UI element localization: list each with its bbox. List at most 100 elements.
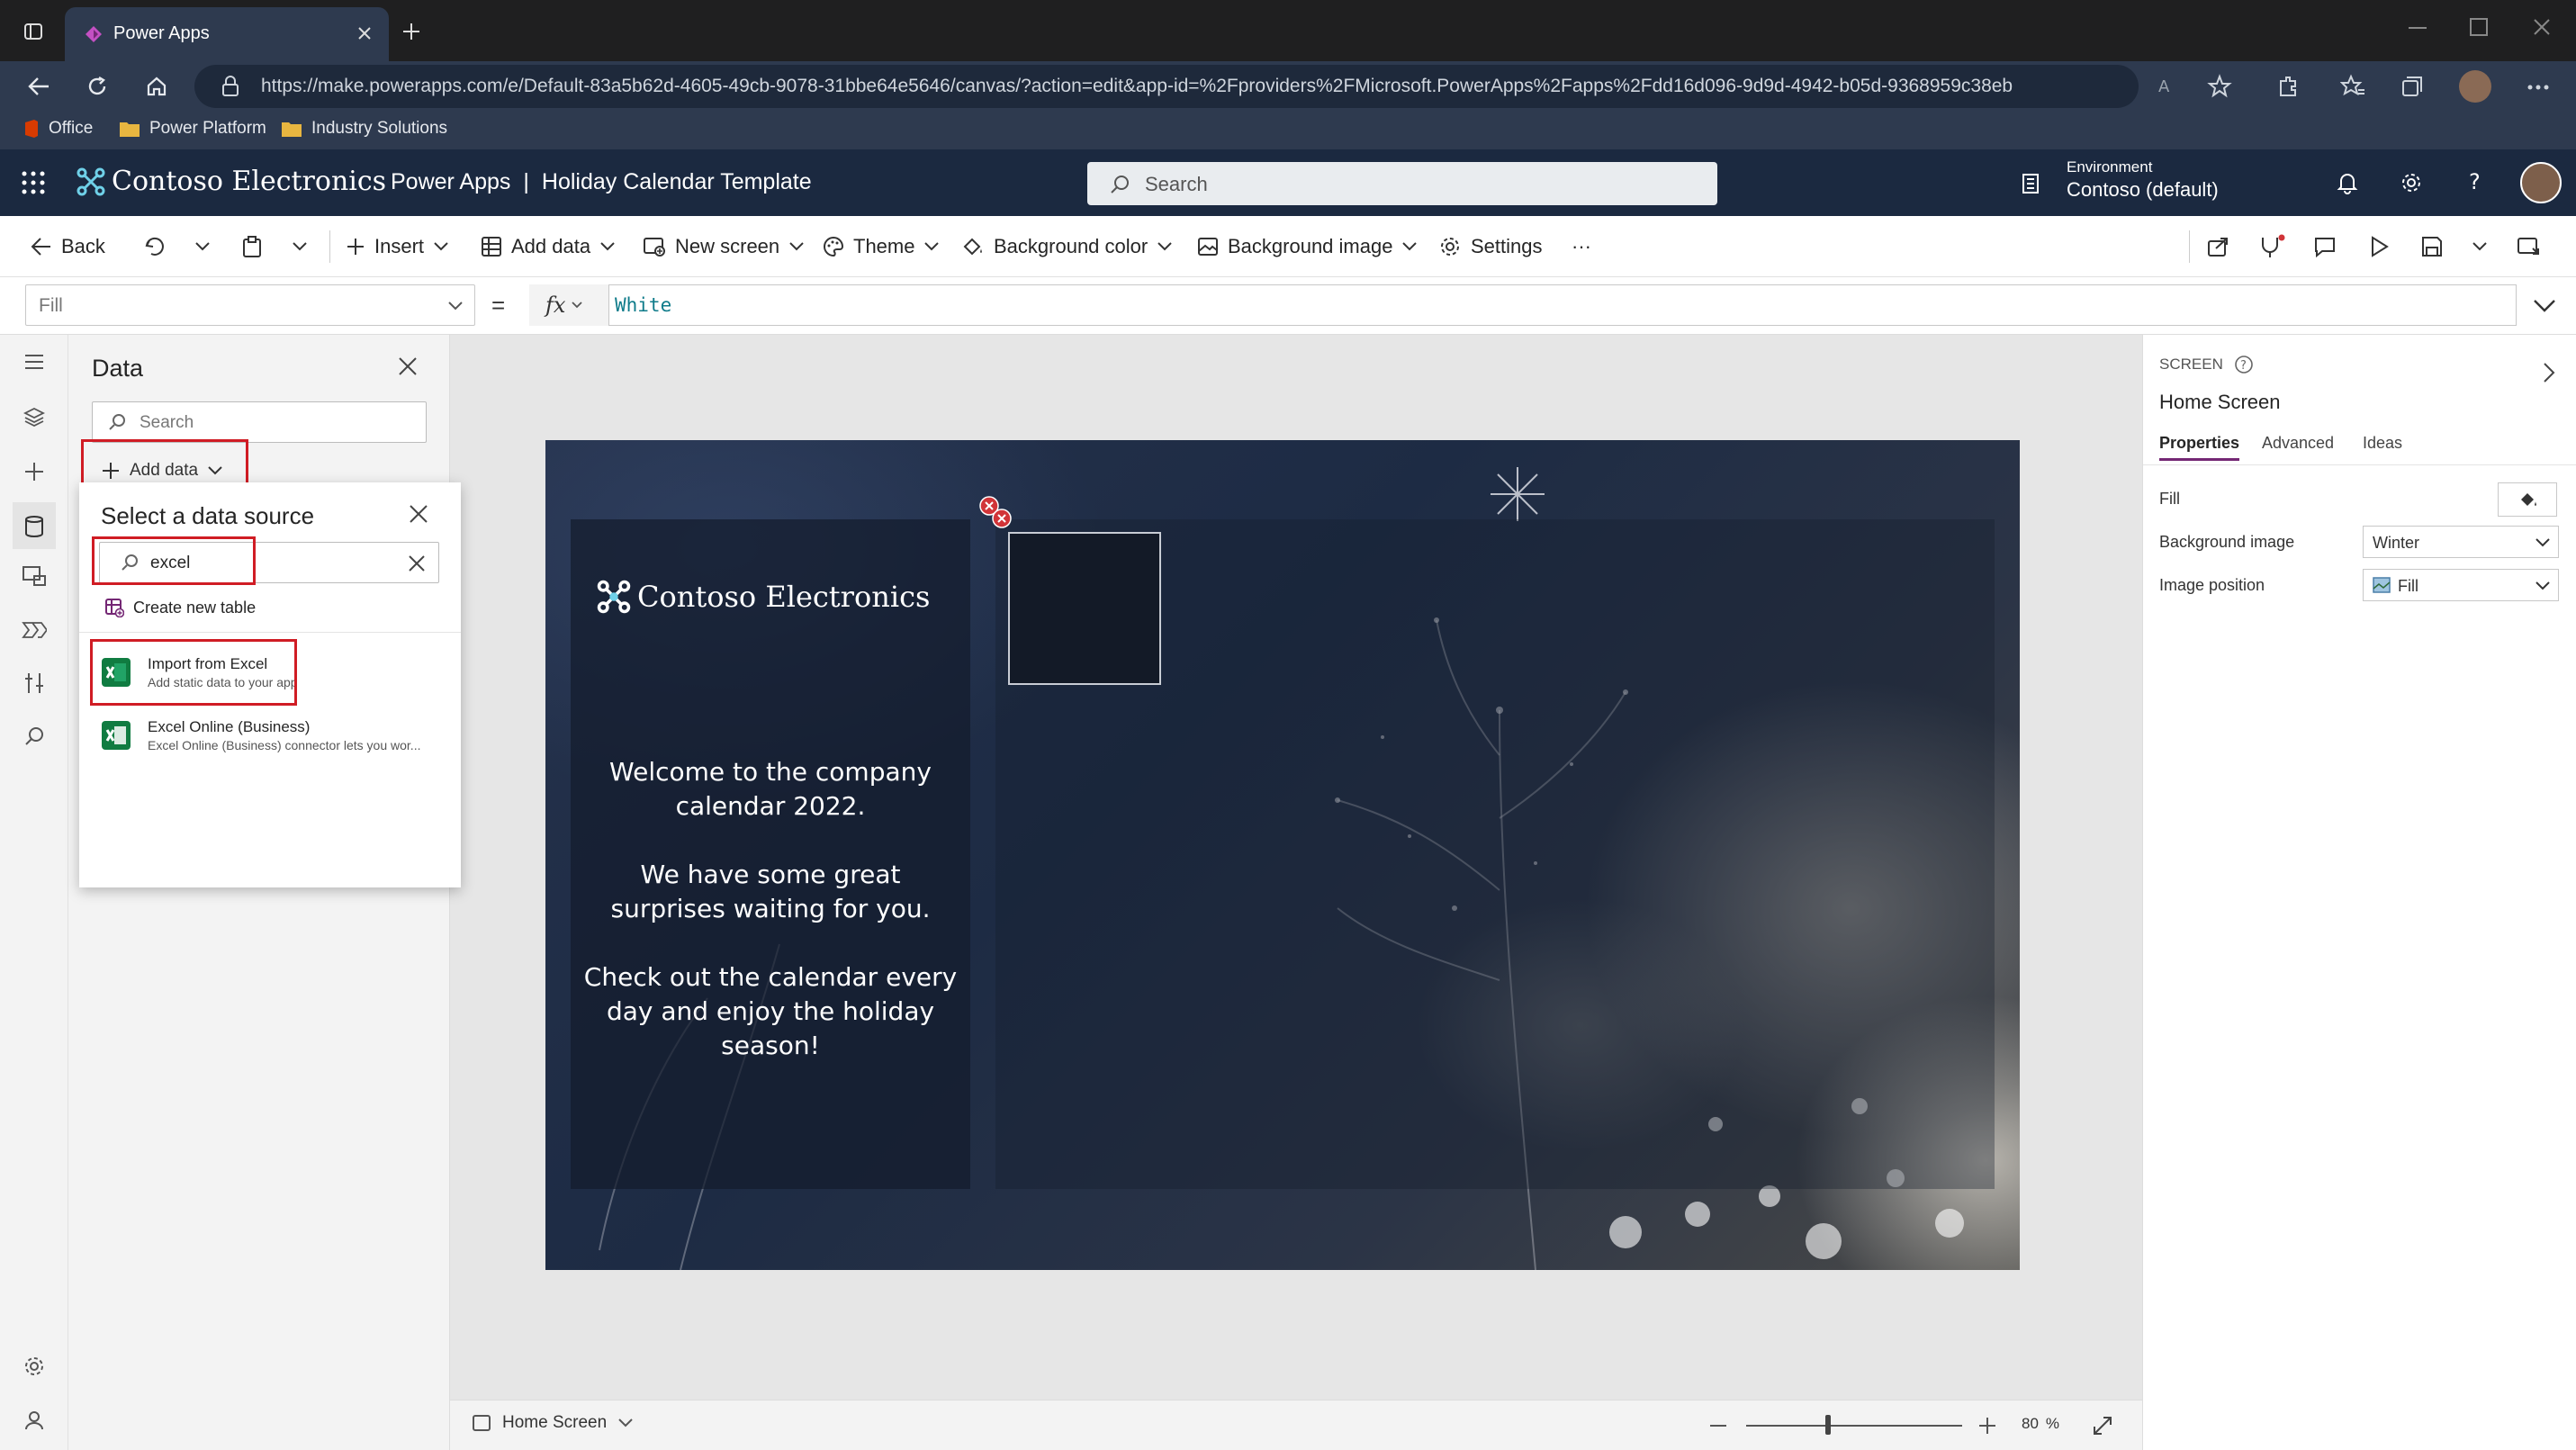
collapse-pane-chevron-icon[interactable]: [2543, 362, 2555, 383]
app-title[interactable]: Holiday Calendar Template: [542, 169, 812, 195]
virtual-agent-icon[interactable]: [23, 1409, 45, 1431]
comments-icon[interactable]: [2313, 216, 2337, 277]
app-screen-canvas[interactable]: Contoso Electronics Welcome to the compa…: [545, 440, 2020, 1270]
zoom-slider[interactable]: [1746, 1415, 1962, 1435]
zoom-in-icon[interactable]: [1978, 1417, 1996, 1435]
advanced-tools-icon[interactable]: [23, 671, 45, 695]
create-new-table-button[interactable]: Create new table: [104, 598, 256, 617]
favorite-industry-solutions[interactable]: Industry Solutions: [281, 119, 447, 139]
insert-plus-icon[interactable]: [23, 461, 45, 482]
error-badge-icon[interactable]: [992, 509, 1012, 528]
selected-image-placeholder[interactable]: [1008, 532, 1161, 685]
close-flyout-icon[interactable]: [409, 504, 428, 524]
settings-button[interactable]: Settings: [1438, 216, 1543, 277]
favorites-icon[interactable]: [2340, 74, 2365, 99]
add-favorite-icon[interactable]: [2207, 74, 2232, 99]
image-fill-icon: [2373, 577, 2391, 593]
help-icon[interactable]: ?: [2466, 169, 2486, 194]
undo-dropdown-chevron-icon[interactable]: [194, 216, 211, 277]
global-search[interactable]: Search: [1087, 162, 1717, 205]
add-data-button[interactable]: Add data: [481, 216, 616, 277]
welcome-panel[interactable]: Contoso Electronics Welcome to the compa…: [571, 519, 970, 1189]
chevron-down-icon: [617, 1418, 634, 1428]
fx-button[interactable]: fx: [529, 284, 608, 326]
notifications-icon[interactable]: [2337, 171, 2358, 194]
app-launcher-icon[interactable]: [22, 171, 45, 194]
background-image-button[interactable]: Background image: [1197, 216, 1418, 277]
refresh-icon[interactable]: [86, 76, 108, 97]
paste-icon[interactable]: [241, 216, 263, 277]
minimize-icon[interactable]: [2409, 27, 2427, 31]
favorite-office[interactable]: Office: [23, 119, 93, 139]
tree-view-layers-icon[interactable]: [23, 407, 45, 427]
environment-picker[interactable]: Environment Contoso (default): [2067, 158, 2219, 202]
product-name[interactable]: Power Apps: [391, 169, 510, 195]
home-icon[interactable]: [146, 76, 167, 97]
insert-button[interactable]: Insert: [346, 216, 449, 277]
search-icon: [107, 412, 127, 432]
expand-formula-chevron-icon[interactable]: [2533, 299, 2556, 313]
environment-icon: [2020, 171, 2041, 194]
tab-actions-icon[interactable]: [23, 22, 43, 41]
formula-input[interactable]: White: [608, 284, 2517, 326]
url-field[interactable]: https://make.powerapps.com/e/Default-83a…: [194, 65, 2139, 108]
extensions-icon[interactable]: [2275, 74, 2301, 99]
search-rail-icon[interactable]: [23, 725, 45, 747]
rail-settings-icon[interactable]: [23, 1355, 45, 1377]
excel-online-business-item[interactable]: Excel Online (Business) Excel Online (Bu…: [101, 711, 452, 763]
background-color-button[interactable]: Background color: [961, 216, 1173, 277]
fit-to-window-icon[interactable]: [2092, 1415, 2113, 1436]
close-window-icon[interactable]: [2533, 18, 2551, 36]
profile-avatar[interactable]: [2459, 70, 2491, 103]
back-button[interactable]: Back: [31, 216, 105, 277]
settings-gear-icon[interactable]: [2400, 171, 2423, 194]
publish-icon[interactable]: [2517, 216, 2542, 277]
image-position-value: Fill: [2398, 577, 2418, 595]
app-checker-icon[interactable]: [2259, 216, 2286, 277]
user-avatar[interactable]: [2520, 162, 2562, 203]
media-icon[interactable]: [22, 565, 47, 587]
fx-icon: fx: [545, 293, 566, 318]
back-icon[interactable]: [27, 76, 50, 97]
save-icon[interactable]: [2421, 216, 2443, 277]
divider: [2189, 230, 2190, 263]
save-dropdown-chevron-icon[interactable]: [2472, 216, 2488, 277]
clear-search-icon[interactable]: [408, 554, 426, 572]
add-data-label: Add data: [511, 235, 591, 257]
more-commands-button[interactable]: ···: [1572, 216, 1591, 277]
background-image-label: Background image: [2159, 533, 2295, 551]
tab-ideas[interactable]: Ideas: [2363, 434, 2402, 453]
fill-color-picker[interactable]: [2498, 482, 2557, 517]
lock-icon[interactable]: [221, 76, 239, 97]
collections-icon[interactable]: [2400, 74, 2425, 99]
data-search-input[interactable]: Search: [92, 401, 427, 443]
share-icon[interactable]: [2207, 216, 2230, 277]
tab-properties[interactable]: Properties: [2159, 434, 2240, 461]
close-tab-icon[interactable]: [356, 25, 373, 41]
new-screen-button[interactable]: New screen: [643, 216, 805, 277]
image-position-dropdown[interactable]: Fill: [2363, 569, 2559, 601]
read-aloud-icon[interactable]: A: [2157, 74, 2182, 97]
power-automate-icon[interactable]: [22, 619, 47, 641]
screen-selector[interactable]: Home Screen: [472, 1413, 634, 1433]
more-icon[interactable]: [2527, 85, 2549, 90]
new-tab-icon[interactable]: [401, 22, 421, 41]
close-data-pane-icon[interactable]: [398, 356, 418, 376]
zoom-out-icon[interactable]: [1710, 1425, 1726, 1428]
browser-tab[interactable]: Power Apps: [65, 7, 389, 61]
tab-advanced[interactable]: Advanced: [2262, 434, 2334, 453]
help-circle-icon[interactable]: ?: [2234, 355, 2254, 374]
svg-text:?: ?: [2469, 169, 2481, 194]
paste-dropdown-chevron-icon[interactable]: [292, 216, 308, 277]
background-image-dropdown[interactable]: Winter: [2363, 526, 2559, 558]
theme-button[interactable]: Theme: [823, 216, 940, 277]
data-rail-item[interactable]: [13, 502, 56, 549]
table-icon: [481, 236, 502, 257]
property-dropdown[interactable]: Fill: [25, 284, 475, 326]
favorite-power-platform[interactable]: Power Platform: [119, 119, 266, 139]
maximize-icon[interactable]: [2470, 18, 2488, 36]
undo-button[interactable]: [144, 216, 166, 277]
preview-play-icon[interactable]: [2369, 216, 2389, 277]
hamburger-menu-icon[interactable]: [23, 353, 45, 371]
zoom-thumb[interactable]: [1825, 1415, 1831, 1435]
